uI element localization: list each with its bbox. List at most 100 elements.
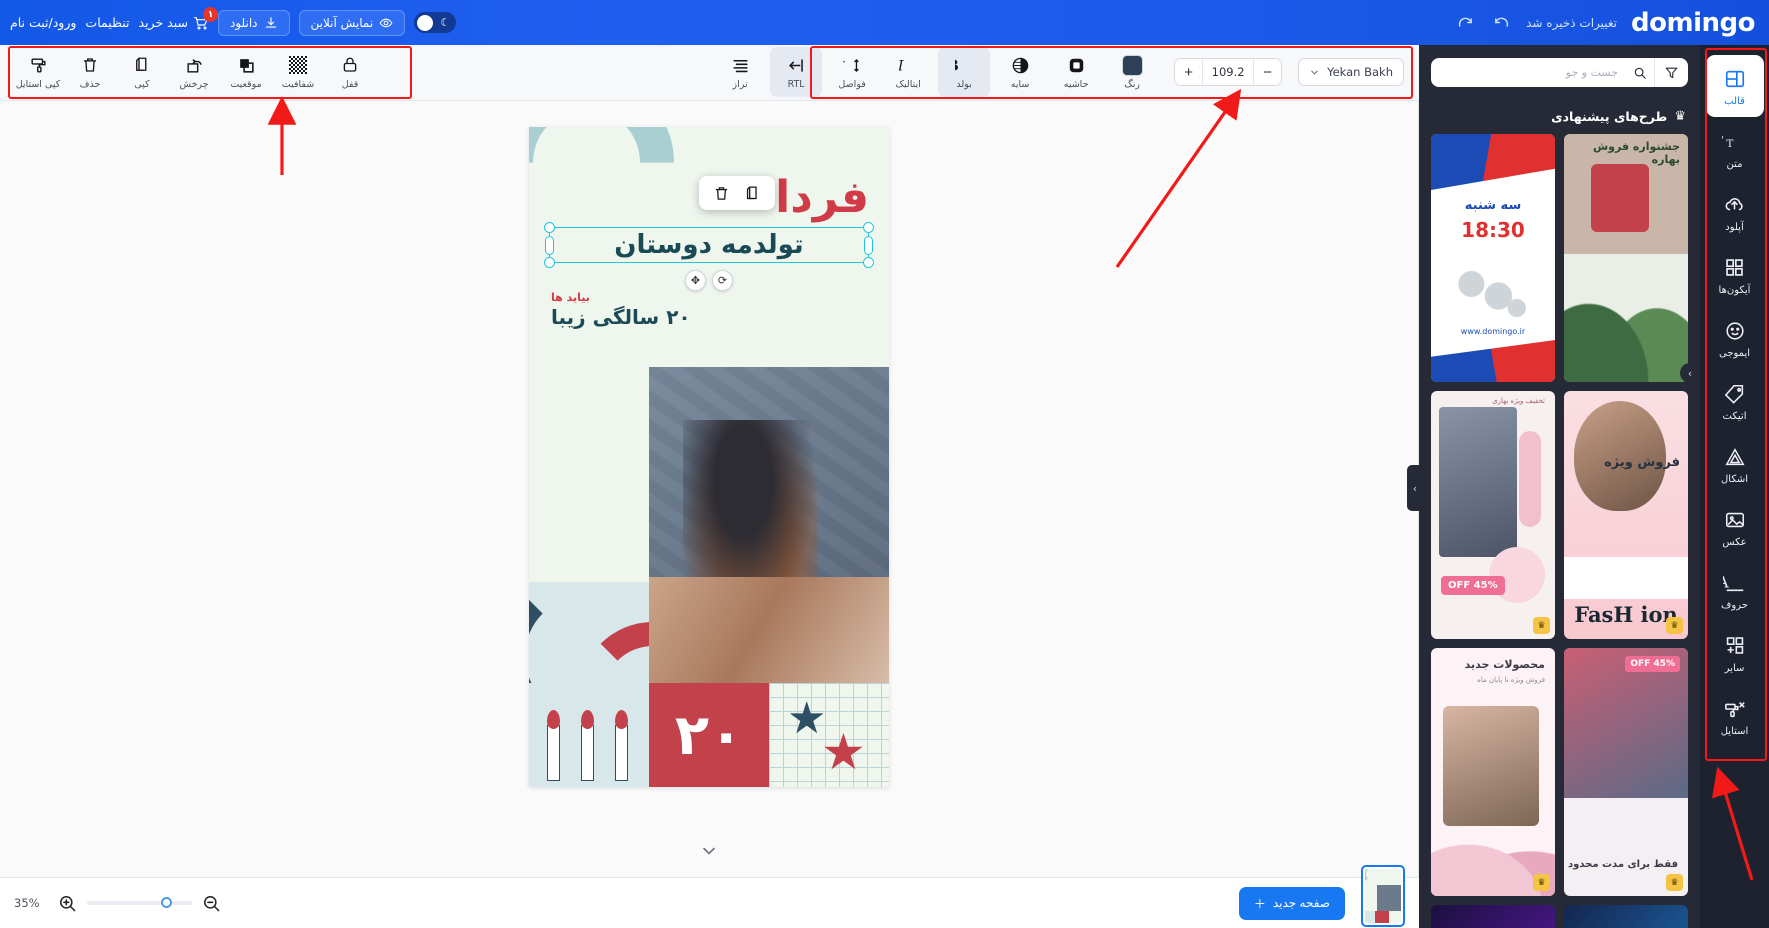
app-logo[interactable]: domingo	[1631, 8, 1755, 38]
svg-text:A: A	[1723, 573, 1729, 591]
sidebar-item-clear-style[interactable]: استایل	[1706, 685, 1764, 747]
sidebar-item-letters[interactable]: A حروف	[1706, 559, 1764, 621]
sidebar-item-upload[interactable]: آپلود	[1706, 181, 1764, 243]
download-button[interactable]: دانلود	[217, 9, 290, 36]
font-family-select[interactable]: Yekan Bakh	[1298, 58, 1404, 86]
delete-icon[interactable]	[713, 185, 730, 202]
undo-icon[interactable]	[1490, 12, 1512, 34]
clear-style-icon	[1723, 696, 1747, 722]
resize-handle-br[interactable]	[863, 257, 874, 268]
toolbtn-delete[interactable]: حذف	[64, 47, 116, 97]
move-handle-icon[interactable]: ✥	[685, 270, 706, 291]
duplicate-icon[interactable]	[744, 185, 761, 202]
zoom-slider[interactable]	[87, 897, 192, 908]
font-size-decrease[interactable]: −	[1254, 59, 1282, 85]
rotate-handle-icon[interactable]: ⟳	[712, 270, 733, 291]
design-cell-candles[interactable]	[529, 683, 649, 787]
page-thumbnail[interactable]: •••	[1361, 865, 1405, 927]
sidebar-item-tag[interactable]: اتیکت	[1706, 370, 1764, 432]
rotate-icon	[185, 55, 204, 76]
design-small-dark[interactable]: ۲۰ سالگی زیبا	[551, 305, 867, 329]
pro-badge-icon: ♛	[1533, 874, 1550, 891]
toolbtn-transparency[interactable]: شفافیت	[272, 47, 324, 97]
sidebar-item-image[interactable]: عکس	[1706, 496, 1764, 558]
resize-handle-mr[interactable]	[864, 236, 873, 255]
toolbtn-position[interactable]: موقعیت	[220, 47, 272, 97]
design-title[interactable]: فردا	[775, 172, 869, 223]
sidebar-item-emoji[interactable]: ایموجی	[1706, 307, 1764, 369]
template-subtitle: فروش ویژه تا پایان ماه	[1477, 676, 1545, 684]
resize-handle-bl[interactable]	[544, 257, 555, 268]
toolbtn-delete-label: حذف	[79, 78, 101, 90]
template-card[interactable]: محصولات جدید فروش ویژه تا پایان ماه ♛	[1431, 648, 1555, 896]
rtl-icon	[787, 55, 806, 76]
sidebar-item-text[interactable]: TT متن	[1706, 118, 1764, 180]
template-card[interactable]	[1564, 905, 1688, 928]
design-small-red[interactable]: بیاید ها	[551, 291, 867, 304]
panel-collapse-handle[interactable]: ›	[1407, 465, 1423, 511]
toolbtn-copy-style[interactable]: کپی استایل	[12, 47, 64, 97]
search-input[interactable]	[1431, 58, 1626, 87]
toolbtn-spacing[interactable]: T فواصل	[826, 47, 878, 97]
new-page-button[interactable]: صفحه جدید ＋	[1238, 886, 1345, 920]
toolbtn-shadow[interactable]: سایه	[994, 47, 1046, 97]
design-cell-stars[interactable]: ★ ★	[769, 683, 889, 787]
chevron-left-icon[interactable]: ›	[1680, 363, 1700, 383]
toolbtn-color[interactable]: رنگ	[1106, 47, 1158, 97]
sidebar-label: اتیکت	[1722, 410, 1747, 422]
toolbtn-rtl[interactable]: RTL	[770, 47, 823, 97]
canvas-area[interactable]: فردا تولدمه دوستان بیاید ها ۲۰ سالگی زیب…	[0, 101, 1419, 877]
font-size-stepper[interactable]: + 109.2 −	[1174, 58, 1283, 86]
sidebar-item-template[interactable]: قالب	[1705, 55, 1764, 117]
toolbtn-bold[interactable]: B بولد	[938, 47, 991, 97]
svg-text:T: T	[1726, 137, 1733, 149]
font-size-increase[interactable]: +	[1175, 59, 1203, 85]
toolbtn-copy[interactable]: کپی	[116, 47, 168, 97]
template-card[interactable]	[1431, 905, 1555, 928]
login-register-link[interactable]: ورود/ثبت نام	[10, 15, 76, 30]
zoom-in-icon[interactable]	[58, 894, 77, 913]
toolbtn-align[interactable]: تراز	[714, 47, 766, 97]
template-card[interactable]: 45% OFF فقط برای مدت محدود ♛	[1564, 648, 1688, 896]
new-page-label: صفحه جدید	[1272, 896, 1330, 910]
selection-box[interactable]	[544, 222, 874, 268]
dark-mode-toggle[interactable]: ☾	[414, 12, 457, 33]
toolbtn-color-label: رنگ	[1124, 78, 1140, 90]
zoom-slider-knob[interactable]	[161, 897, 172, 908]
sidebar-item-more[interactable]: سایر	[1706, 622, 1764, 684]
template-card[interactable]: تخفیف ویژه بهاری 45% OFF ♛	[1431, 391, 1555, 639]
pro-badge-icon: ♛	[1666, 617, 1683, 634]
resize-handle-tr[interactable]	[863, 222, 874, 233]
color-swatch-icon	[1121, 54, 1143, 76]
panel-heading: ♛ طرح‌های پیشنهادی	[1433, 109, 1686, 124]
design-cell-number[interactable]: ۲۰	[649, 683, 769, 787]
chevron-down-icon[interactable]	[699, 841, 719, 861]
template-card[interactable]: فروش ویژه FasH ion ♛	[1564, 391, 1688, 639]
sidebar-item-icons[interactable]: آیکون‌ها	[1706, 244, 1764, 306]
sidebar-item-shapes[interactable]: اشکال	[1706, 433, 1764, 495]
cart-button[interactable]: ۱ سبد خرید	[138, 6, 218, 31]
toolbtn-border[interactable]: حاشیه	[1050, 47, 1102, 97]
redo-icon[interactable]	[1454, 12, 1476, 34]
design-geometric-block[interactable]	[529, 582, 649, 697]
toolbtn-lock[interactable]: قفل	[324, 47, 376, 97]
resize-handle-tl[interactable]	[544, 222, 555, 233]
shadow-icon	[1011, 55, 1030, 76]
zoom-out-icon[interactable]	[202, 894, 221, 913]
pro-badge-icon: ♛	[1533, 617, 1550, 634]
font-family-value: Yekan Bakh	[1327, 65, 1393, 79]
cart-label: سبد خرید	[138, 15, 188, 30]
toolbtn-italic[interactable]: I ایتالیک	[882, 47, 934, 97]
toolbtn-rotate[interactable]: چرخش	[168, 47, 220, 97]
search-icon[interactable]	[1626, 58, 1654, 87]
filter-icon[interactable]	[1654, 58, 1688, 87]
resize-handle-ml[interactable]	[545, 236, 554, 255]
preview-online-button[interactable]: نمایش آنلاین	[298, 9, 406, 36]
template-card[interactable]: جشنواره فروش بهاره	[1564, 134, 1688, 382]
design-canvas[interactable]: فردا تولدمه دوستان بیاید ها ۲۰ سالگی زیب…	[529, 127, 889, 787]
settings-link[interactable]: تنظیمات	[85, 15, 129, 30]
font-size-value: 109.2	[1202, 59, 1255, 85]
design-photo-secondary[interactable]	[649, 577, 889, 697]
toolbtn-copy-label: کپی	[134, 78, 150, 90]
template-card[interactable]: سه شنبه 18:30 www.domingo.ir	[1431, 134, 1555, 382]
